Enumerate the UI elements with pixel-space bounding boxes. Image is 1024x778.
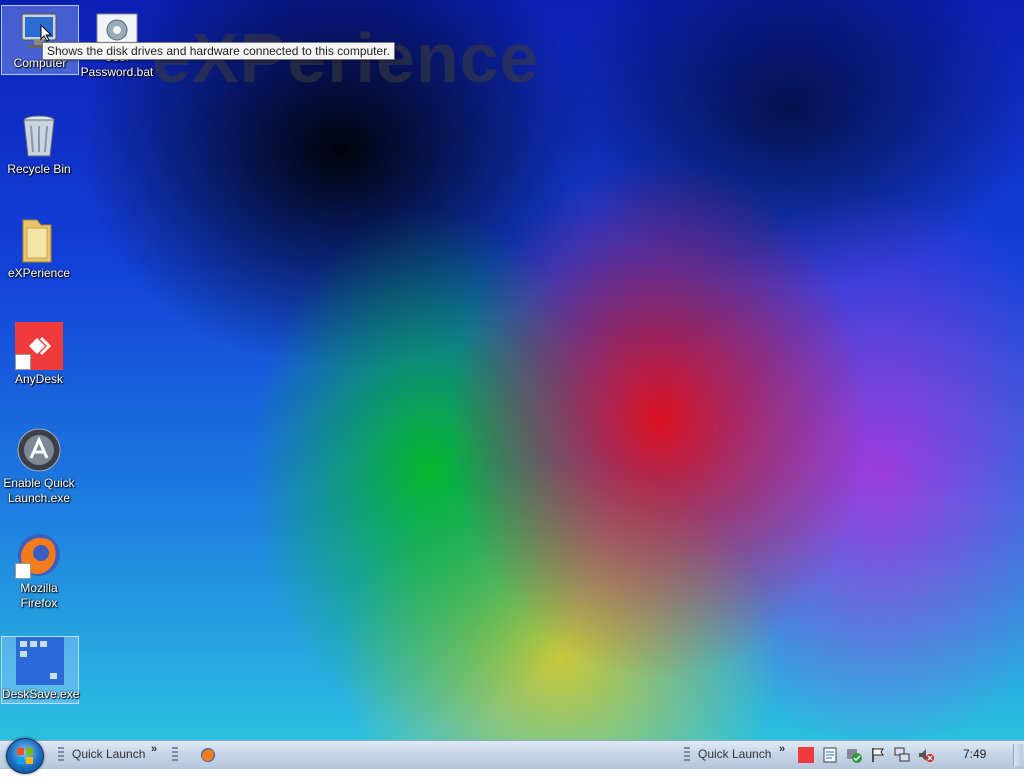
network-icon[interactable]: [894, 747, 910, 763]
desktop-icon-anydesk[interactable]: AnyDesk: [1, 322, 77, 387]
desksave-icon: [16, 637, 64, 685]
icon-label: DeskSave.exe: [2, 687, 80, 701]
icon-label: Mozilla Firefox: [20, 581, 58, 610]
quick-launch-label[interactable]: Quick Launch: [72, 747, 145, 761]
recycle-bin-icon: [15, 112, 63, 160]
icon-label: AnyDesk: [14, 372, 64, 386]
quick-launch-chevron-right[interactable]: »: [779, 743, 785, 755]
desktop-icon-enable-quick-launch[interactable]: Enable Quick Launch.exe: [1, 426, 77, 506]
quick-launch-exe-icon: [15, 426, 63, 474]
start-button[interactable]: [6, 738, 44, 774]
volume-muted-icon[interactable]: [918, 747, 934, 763]
quick-launch-chevron[interactable]: »: [151, 743, 157, 755]
folder-icon: [15, 216, 63, 264]
desktop: eXPerience Computer User Password.bat: [0, 0, 1024, 740]
shortcut-arrow-icon: [15, 563, 31, 579]
toolbar-grip[interactable]: [684, 747, 690, 763]
icon-label: Enable Quick Launch.exe: [3, 476, 75, 505]
anydesk-icon: [15, 322, 63, 370]
anydesk-tray-icon[interactable]: [798, 747, 814, 763]
icon-label: eXPerience: [7, 266, 71, 280]
quick-launch-label-right[interactable]: Quick Launch: [698, 747, 771, 761]
mouse-cursor-icon: [40, 23, 53, 47]
desktop-icon-firefox[interactable]: Mozilla Firefox: [1, 531, 77, 611]
security-icon[interactable]: [846, 747, 862, 763]
shortcut-arrow-icon: [15, 354, 31, 370]
clipboard-icon[interactable]: [822, 747, 838, 763]
icon-label: Recycle Bin: [7, 162, 71, 176]
show-desktop-button[interactable]: [1013, 744, 1023, 766]
toolbar-grip[interactable]: [58, 747, 64, 763]
taskbar-clock[interactable]: 7:49: [963, 747, 986, 761]
desktop-icon-recycle-bin[interactable]: Recycle Bin: [1, 112, 77, 177]
firefox-taskbar-icon[interactable]: [200, 747, 216, 763]
firefox-icon: [15, 531, 63, 579]
taskbar: Quick Launch » Quick Launch » 7:49: [0, 738, 1024, 774]
action-center-flag-icon[interactable]: [870, 747, 886, 763]
toolbar-grip[interactable]: [172, 747, 178, 763]
desktop-icon-desksave[interactable]: DeskSave.exe: [1, 636, 79, 704]
desktop-icon-experience-folder[interactable]: eXPerience: [1, 216, 77, 281]
computer-tooltip: Shows the disk drives and hardware conne…: [42, 42, 395, 60]
